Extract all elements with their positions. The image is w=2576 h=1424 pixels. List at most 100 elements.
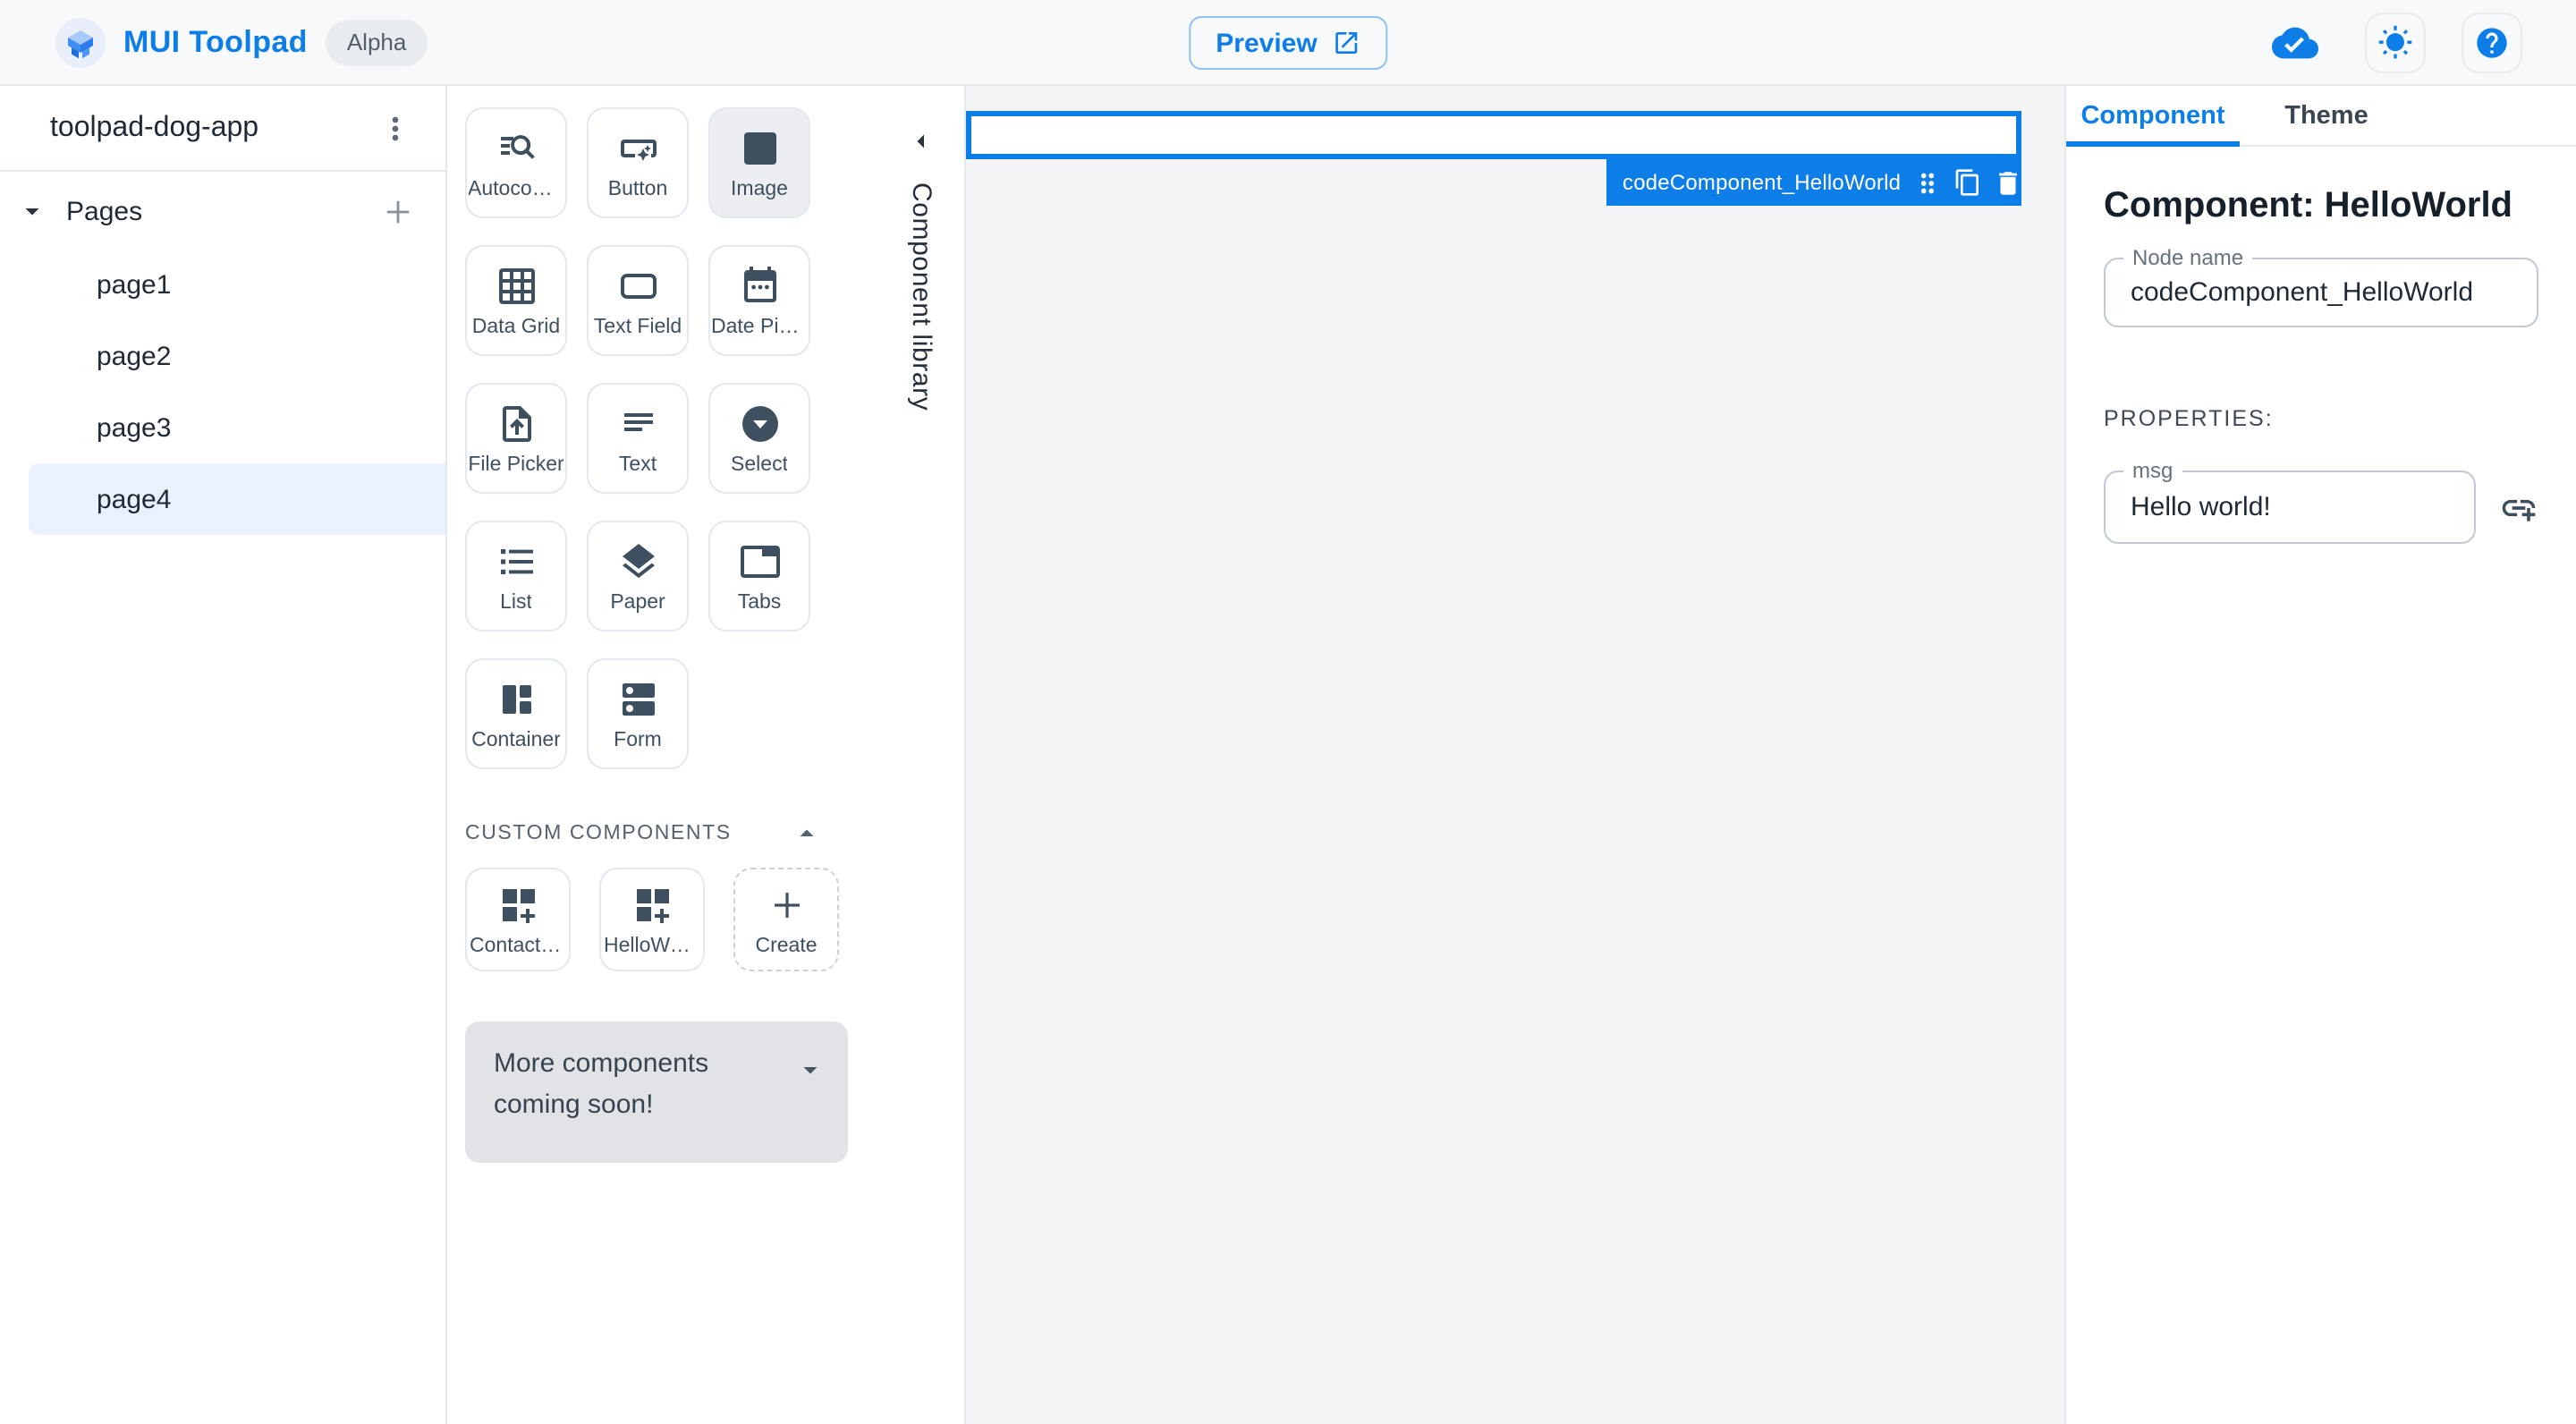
- component-card-select[interactable]: Select: [708, 383, 810, 494]
- properties-heading: PROPERTIES:: [2104, 406, 2274, 431]
- trash-icon: [1998, 171, 2017, 194]
- library-panel-title: Component library: [906, 182, 936, 411]
- component-card-label: Text: [618, 453, 657, 475]
- node-name-input[interactable]: [2106, 277, 2537, 308]
- inspector-panel: Component Theme Component: HelloWorld No…: [2064, 86, 2576, 1424]
- more-vert-icon: [392, 115, 399, 140]
- page-item-page2[interactable]: page2: [0, 320, 445, 392]
- component-heading: Component: HelloWorld: [2104, 186, 2512, 225]
- component-card-label: Create: [755, 935, 818, 956]
- app-header: MUI Toolpad Alpha Preview: [0, 0, 2576, 86]
- app-title: MUI Toolpad: [123, 24, 308, 58]
- library-collapse-button[interactable]: [905, 125, 937, 157]
- project-header: toolpad-dog-app: [0, 86, 445, 172]
- more-components-banner[interactable]: More components coming soon!: [465, 1021, 848, 1163]
- component-card-text[interactable]: Text: [587, 383, 689, 494]
- project-name: toolpad-dog-app: [50, 112, 259, 142]
- cloud-done-icon: [2272, 26, 2318, 58]
- add-page-button[interactable]: [379, 192, 417, 230]
- component-card-data-grid[interactable]: Data Grid: [465, 245, 567, 356]
- component-card-list[interactable]: List: [465, 521, 567, 631]
- arrow-left-icon: [917, 134, 924, 148]
- main-layout: toolpad-dog-app Pages page1 page2 page3 …: [0, 86, 2576, 1424]
- page-item-page4[interactable]: page4: [29, 463, 445, 535]
- msg-field: msg: [2104, 458, 2476, 544]
- component-card-form[interactable]: Form: [587, 658, 689, 769]
- component-card-label: HelloWorld: [604, 935, 700, 956]
- mui-toolpad-logo-icon: [55, 17, 106, 67]
- pages-section-label: Pages: [66, 196, 143, 226]
- project-menu-button[interactable]: [374, 106, 417, 149]
- caret-down-icon: [25, 208, 39, 216]
- active-tab-indicator: [2066, 141, 2240, 147]
- image-icon: [743, 131, 775, 164]
- component-card-label: Paper: [610, 591, 665, 613]
- component-grid: Autocomplete Button Image: [465, 107, 810, 769]
- more-components-text: More components coming soon!: [494, 1048, 709, 1120]
- copy-icon: [1954, 169, 1979, 196]
- dashboard-customize-icon: [502, 888, 534, 922]
- component-card-autocomplete[interactable]: Autocomplete: [465, 107, 567, 218]
- inspector-body: Component: HelloWorld Node name PROPERTI…: [2066, 186, 2576, 544]
- delete-node-button[interactable]: [1992, 167, 2022, 198]
- component-card-label: Container: [471, 729, 561, 750]
- preview-button[interactable]: Preview: [1189, 16, 1387, 70]
- add-link-icon: [2502, 498, 2536, 521]
- component-card-button[interactable]: Button: [587, 107, 689, 218]
- upload-file-icon: [502, 405, 530, 441]
- component-card-label: Form: [614, 729, 662, 750]
- node-name-label: Node name: [2123, 245, 2253, 270]
- header-actions: [2261, 12, 2576, 72]
- selected-node-toolbar: codeComponent_HelloWorld: [1606, 159, 2021, 206]
- tab-component[interactable]: Component: [2066, 86, 2240, 145]
- component-card-date-picker[interactable]: Date Picker: [708, 245, 810, 356]
- plus-icon: [386, 199, 410, 223]
- dropdown-circle-icon: [741, 405, 777, 441]
- drag-handle[interactable]: [1911, 167, 1942, 198]
- sun-icon: [2378, 24, 2412, 58]
- version-badge: Alpha: [325, 19, 428, 65]
- app-window: MUI Toolpad Alpha Preview toolpad-dog-ap…: [0, 0, 2576, 1424]
- tab-icon: [740, 545, 779, 577]
- component-card-text-field[interactable]: Text Field: [587, 245, 689, 356]
- component-card-image[interactable]: Image: [708, 107, 810, 218]
- tab-theme[interactable]: Theme: [2240, 86, 2413, 145]
- msg-input[interactable]: [2106, 492, 2474, 522]
- custom-components-header: CUSTOM COMPONENTS: [465, 818, 823, 850]
- component-card-paper[interactable]: Paper: [587, 521, 689, 631]
- container-icon: [502, 684, 530, 713]
- custom-component-card-contactsta[interactable]: ContactSta…: [465, 868, 571, 971]
- bind-property-button[interactable]: [2499, 487, 2538, 527]
- component-card-label: Date Picker: [711, 316, 808, 337]
- banner-expand-button[interactable]: [794, 1054, 826, 1086]
- pages-collapse-button[interactable]: [16, 195, 48, 227]
- custom-components-label: CUSTOM COMPONENTS: [465, 823, 732, 844]
- component-card-label: Data Grid: [471, 316, 561, 337]
- library-collapse-strip: Component library: [878, 86, 964, 1424]
- page-item-page3[interactable]: page3: [0, 392, 445, 463]
- autocomplete-icon: [500, 134, 534, 158]
- custom-section-collapse-button[interactable]: [791, 818, 823, 850]
- selected-component-outline[interactable]: [966, 111, 2021, 159]
- page-item-page1[interactable]: page1: [0, 249, 445, 320]
- pages-section-row[interactable]: Pages: [0, 186, 445, 236]
- editor-canvas[interactable]: codeComponent_HelloWorld: [966, 86, 2064, 1424]
- textfield-icon: [620, 273, 656, 298]
- open-in-new-icon: [1335, 32, 1357, 54]
- component-card-container[interactable]: Container: [465, 658, 567, 769]
- duplicate-node-button[interactable]: [1953, 168, 1981, 197]
- layers-icon: [622, 543, 654, 578]
- msg-label: msg: [2123, 458, 2182, 483]
- smart-button-icon: [620, 139, 656, 160]
- help-icon: [2477, 27, 2507, 57]
- create-component-card[interactable]: Create: [733, 868, 839, 971]
- custom-component-card-helloworld[interactable]: HelloWorld: [599, 868, 705, 971]
- inspector-tabs: Component Theme: [2066, 86, 2576, 147]
- component-card-label: Select: [731, 453, 788, 475]
- theme-toggle-button[interactable]: [2365, 12, 2426, 72]
- calendar-icon: [743, 266, 775, 301]
- help-button[interactable]: [2462, 12, 2522, 72]
- component-card-file-picker[interactable]: File Picker: [465, 383, 567, 494]
- component-card-tabs[interactable]: Tabs: [708, 521, 810, 631]
- save-status-button[interactable]: [2261, 17, 2329, 67]
